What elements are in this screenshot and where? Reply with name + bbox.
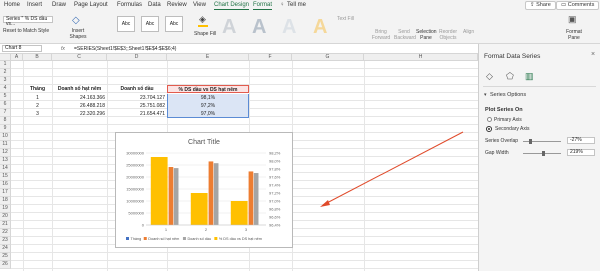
plot-series-on-label: Plot Series On bbox=[485, 107, 523, 113]
secondary-axis-label[interactable]: Secondary Axis bbox=[495, 126, 529, 132]
format-data-series-pane: Format Data Series × ◇ ⬠ ▥ ▾ Series Opti… bbox=[478, 44, 600, 271]
annotation-arrow-line bbox=[322, 131, 464, 206]
series-overlap-input[interactable]: -27% bbox=[567, 137, 595, 144]
annotation-arrowhead bbox=[320, 200, 330, 207]
pane-title: Format Data Series bbox=[484, 53, 541, 60]
pane-divider bbox=[483, 86, 596, 87]
series-overlap-label: Series Overlap bbox=[485, 138, 519, 144]
gap-width-input[interactable]: 219% bbox=[567, 149, 595, 156]
series-overlap-thumb[interactable] bbox=[529, 139, 532, 144]
primary-axis-radio[interactable] bbox=[487, 117, 492, 122]
radio-dot bbox=[487, 127, 490, 130]
gap-width-label: Gap Width bbox=[485, 150, 509, 156]
effects-icon[interactable]: ⬠ bbox=[506, 71, 514, 82]
gap-width-thumb[interactable] bbox=[542, 151, 545, 156]
close-icon[interactable]: × bbox=[591, 51, 595, 58]
series-options-section[interactable]: Series Options bbox=[490, 92, 526, 98]
primary-axis-label[interactable]: Primary Axis bbox=[494, 117, 522, 123]
series-options-icon[interactable]: ▥ bbox=[525, 71, 534, 82]
secondary-axis-radio[interactable] bbox=[486, 126, 492, 132]
fill-line-icon[interactable]: ◇ bbox=[486, 71, 493, 82]
chevron-down-icon[interactable]: ▾ bbox=[484, 92, 487, 98]
